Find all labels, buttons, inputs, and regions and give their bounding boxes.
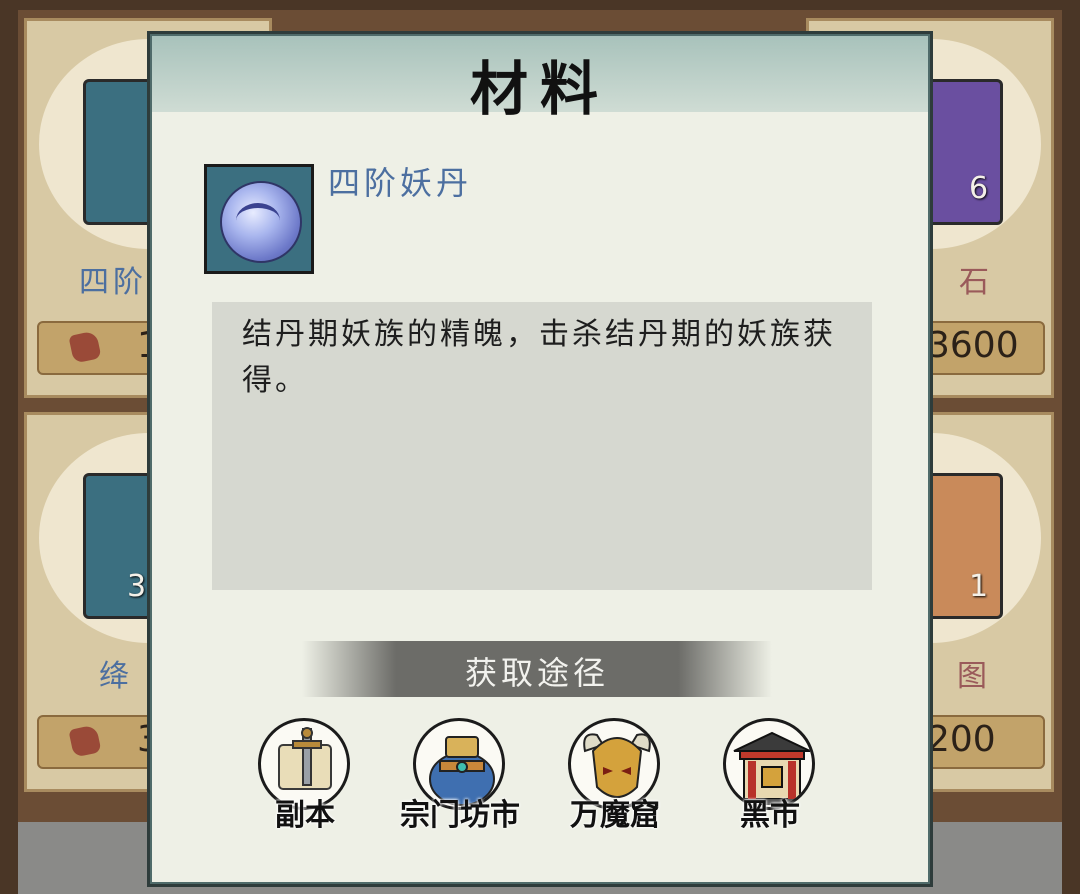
- item-name: 四阶妖丹: [328, 164, 473, 202]
- sources-title: 获取途径: [464, 654, 609, 692]
- source-black-market-button[interactable]: 黑市: [705, 718, 835, 833]
- spirit-stone-icon: [68, 330, 102, 364]
- item-icon-frame: [204, 164, 314, 274]
- card-item-name: 绛: [99, 659, 133, 694]
- card-price: 200: [927, 719, 996, 760]
- source-label: 黑市: [740, 798, 800, 833]
- card-item-name: 四阶: [79, 265, 147, 300]
- card-price: 3600: [927, 325, 1019, 366]
- source-label: 副本: [275, 798, 335, 833]
- card-item-name: 石: [959, 265, 993, 300]
- item-count: 6: [969, 171, 989, 206]
- item-description: 结丹期妖族的精魄，击杀结丹期的妖族获得。: [242, 317, 836, 398]
- dialog-title: 材料: [469, 55, 610, 123]
- card-item-name: 图: [957, 659, 991, 694]
- source-sect-market-button[interactable]: 宗门坊市: [395, 718, 525, 833]
- source-label: 万魔窟: [570, 798, 660, 833]
- source-demon-cave-button[interactable]: 万魔窟: [550, 718, 680, 833]
- item-count: 3: [127, 569, 147, 604]
- material-dialog: 材料 四阶妖丹 结丹期妖族的精魄，击杀结丹期的妖族获得。 获取途径 副本 宗门坊…: [150, 34, 930, 884]
- orb-swirl: [236, 203, 280, 238]
- spirit-stone-icon: [68, 724, 102, 758]
- item-count: 1: [969, 569, 989, 604]
- source-label: 宗门坊市: [400, 798, 520, 833]
- demon-core-orb-icon: [220, 181, 302, 263]
- description-box: 结丹期妖族的精魄，击杀结丹期的妖族获得。: [212, 302, 872, 590]
- source-dungeon-button[interactable]: 副本: [240, 718, 370, 833]
